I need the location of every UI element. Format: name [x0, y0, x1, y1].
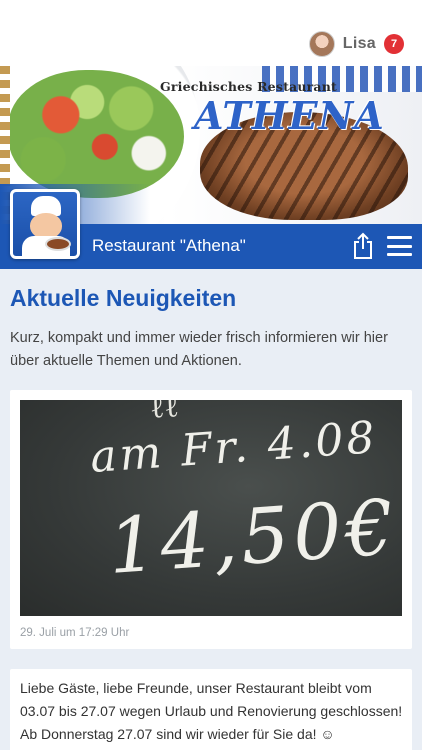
page-title: Restaurant "Athena" [92, 236, 246, 255]
notification-badge[interactable]: 7 [384, 34, 404, 54]
share-button[interactable] [351, 232, 375, 260]
hamburger-menu-button[interactable] [387, 236, 412, 256]
hamburger-menu-icon-line [387, 236, 412, 239]
chalkboard-image[interactable]: ℓℓ am Fr. 4.08 14,50€ [20, 400, 402, 616]
hamburger-menu-icon-line [387, 244, 412, 248]
section-intro: Kurz, kompakt und immer wieder frisch in… [10, 330, 388, 369]
post-text: Liebe Gäste, liebe Freunde, unser Restau… [20, 680, 403, 742]
post-date: 29. Juli um 17:29 Uhr [20, 627, 130, 639]
chef-plate [45, 237, 71, 251]
chalk-price-text: 14,50€ [105, 481, 401, 592]
user-profile[interactable]: Lisa 7 [308, 29, 404, 59]
chalk-scribble: ℓℓ [149, 400, 180, 426]
brand-subtitle: Griechisches Restaurant [160, 79, 337, 94]
section-title: Aktuelle Neuigkeiten [10, 285, 237, 311]
top-bar: Lisa 7 [0, 0, 422, 66]
salad-image [8, 70, 184, 198]
restaurant-logo [10, 189, 80, 259]
user-name[interactable]: Lisa [343, 35, 376, 53]
chalk-date-text: am Fr. 4.08 [88, 412, 380, 483]
hamburger-menu-icon-line [387, 253, 412, 256]
news-post-card[interactable]: ℓℓ am Fr. 4.08 14,50€ 29. Juli um 17:29 … [10, 390, 412, 649]
brand-name: ATHENA [194, 93, 385, 138]
chef-logo-icon [13, 192, 77, 256]
news-post-card[interactable]: Liebe Gäste, liebe Freunde, unser Restau… [10, 669, 412, 750]
avatar[interactable] [308, 31, 335, 57]
share-icon [354, 232, 372, 259]
main-content: Aktuelle Neuigkeiten Kurz, kompakt und i… [0, 269, 422, 750]
